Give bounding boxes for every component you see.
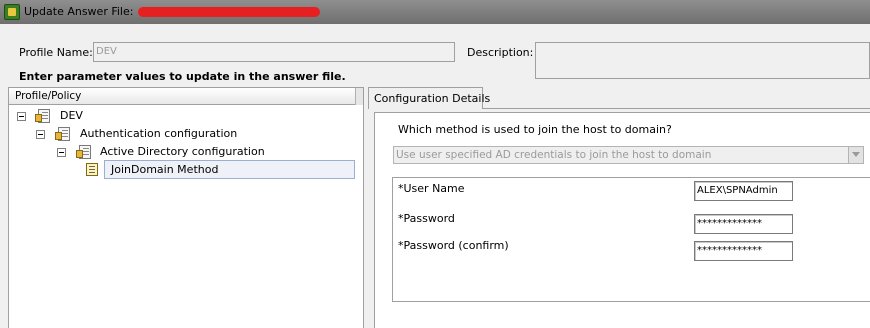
policy-option-icon <box>86 163 98 176</box>
password-confirm-label: *Password (confirm) <box>398 239 509 252</box>
policy-folder-icon <box>76 145 91 159</box>
password-field[interactable]: ************* <box>694 214 793 234</box>
tree-column-header[interactable]: Profile/Policy <box>8 87 360 105</box>
dropdown-arrow-icon[interactable] <box>848 147 863 163</box>
tree-node-authentication-configuration[interactable]: Authentication configuration <box>80 127 237 140</box>
redaction-mark <box>138 7 320 17</box>
policy-folder-icon <box>55 127 70 141</box>
description-field[interactable] <box>535 42 870 79</box>
collapse-toggle-icon[interactable] <box>36 130 45 139</box>
collapse-toggle-icon[interactable] <box>57 148 66 157</box>
tree-node-joindomain-method[interactable]: JoinDomain Method <box>111 163 218 176</box>
profile-name-label: Profile Name: <box>19 46 93 59</box>
tree-node-active-directory-configuration[interactable]: Active Directory configuration <box>100 145 265 158</box>
instructions-text: Enter parameter values to update in the … <box>19 70 346 83</box>
user-name-label: *User Name <box>398 182 465 195</box>
profile-policy-tree <box>8 87 364 328</box>
tree-header-scrollbar[interactable] <box>355 88 363 105</box>
join-method-question: Which method is used to join the host to… <box>398 123 672 136</box>
profile-icon <box>35 109 50 123</box>
description-label: Description: <box>467 46 534 59</box>
app-icon <box>4 4 20 20</box>
tree-node-dev[interactable]: DEV <box>60 109 83 122</box>
profile-name-field: DEV <box>93 42 455 62</box>
password-confirm-field[interactable]: ************* <box>694 241 793 261</box>
tab-configuration-details[interactable]: Configuration Details <box>368 87 490 109</box>
password-label: *Password <box>398 212 455 225</box>
collapse-toggle-icon[interactable] <box>17 112 26 121</box>
user-name-field[interactable]: ALEX\SPNAdmin <box>694 181 793 201</box>
window-title: Update Answer File: <box>24 5 134 18</box>
join-method-dropdown[interactable]: Use user specified AD credentials to joi… <box>393 146 864 164</box>
